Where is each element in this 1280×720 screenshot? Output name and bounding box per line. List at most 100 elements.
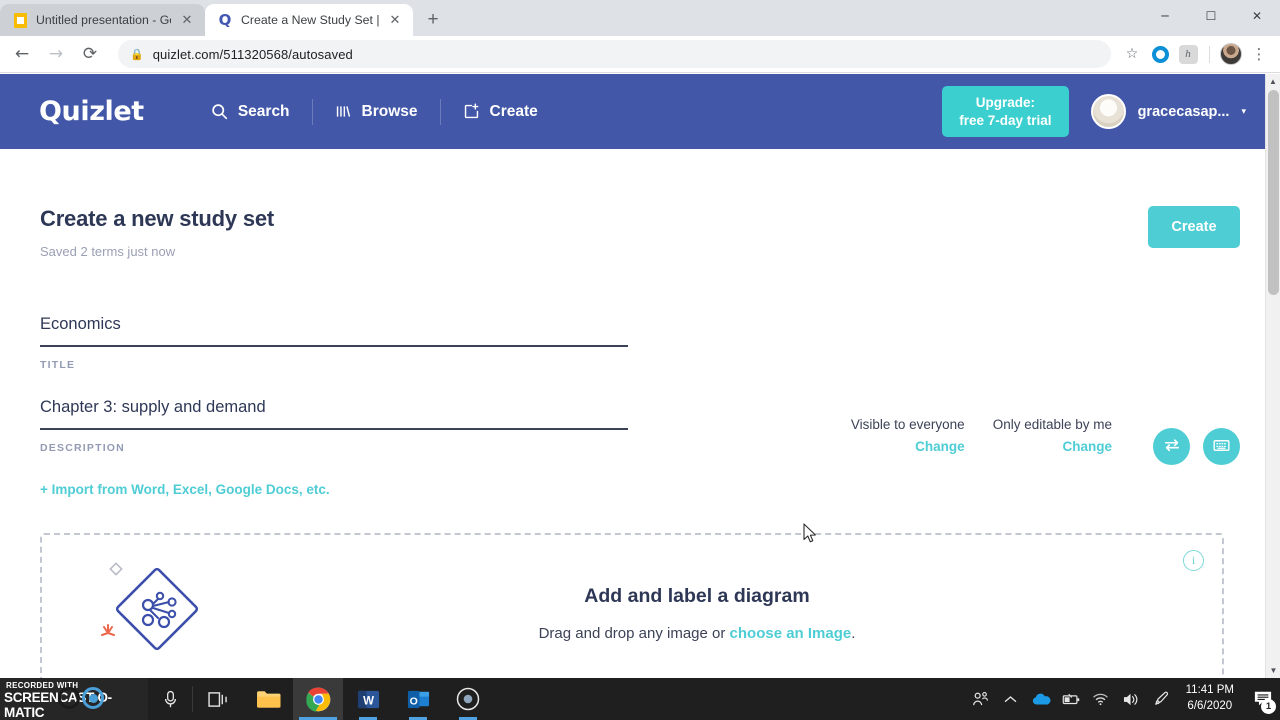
page-header-text: Create a new study set Saved 2 terms jus…: [40, 206, 274, 259]
browser-tab-strip: Untitled presentation - Google S ✕ Q Cre…: [0, 0, 1280, 36]
chevron-down-icon: ▾: [1241, 106, 1246, 116]
chrome-menu-icon[interactable]: ⋮: [1246, 41, 1272, 67]
create-set-button[interactable]: Create: [1148, 206, 1240, 248]
tab-close-button[interactable]: ✕: [387, 12, 403, 28]
import-link[interactable]: + Import from Word, Excel, Google Docs, …: [40, 482, 330, 497]
toolbar-icons: ☆ h ⋮: [1119, 41, 1272, 67]
toolbar-divider: [1209, 45, 1210, 63]
keyboard-icon: [1212, 436, 1231, 458]
google-slides-icon: [12, 12, 28, 28]
svg-text:W: W: [363, 695, 374, 707]
browser-toolbar: ← → ⟳ 🔒 quizlet.com/511320568/autosaved …: [0, 36, 1280, 73]
page-scrollbar[interactable]: ▲ ▼: [1265, 74, 1280, 678]
svg-text:O: O: [409, 695, 417, 707]
title-input[interactable]: [40, 311, 628, 347]
diagram-subtitle: Drag and drop any image or choose an Ima…: [272, 625, 1122, 642]
editability-change-link[interactable]: Change: [993, 439, 1112, 454]
wifi-icon[interactable]: [1086, 678, 1116, 720]
word-icon[interactable]: W: [343, 678, 393, 720]
swap-terms-button[interactable]: [1153, 428, 1190, 465]
tab-title: Create a New Study Set | Quizlet: [241, 13, 379, 27]
title-field-label: TITLE: [40, 359, 76, 371]
chrome-icon[interactable]: [293, 678, 343, 720]
task-view-icon[interactable]: [193, 678, 243, 720]
visibility-text: Visible to everyone: [850, 417, 965, 432]
avatar: [1090, 94, 1126, 129]
extension-h-icon[interactable]: h: [1175, 41, 1201, 67]
bookmark-star-icon[interactable]: ☆: [1119, 41, 1145, 67]
diagram-title: Add and label a diagram: [584, 584, 810, 607]
clock-date: 6/6/2020: [1187, 700, 1233, 712]
browser-tab-1[interactable]: Q Create a New Study Set | Quizlet ✕: [205, 4, 413, 36]
keyboard-shortcuts-button[interactable]: [1203, 428, 1240, 465]
diagram-dropzone[interactable]: Add and label a diagram Drag and drop an…: [40, 533, 1224, 678]
folder-icon[interactable]: [243, 678, 293, 720]
page-viewport: Quizlet Search Browse Create Upgrade: fr…: [0, 74, 1280, 678]
quizlet-nav-right: Upgrade: free 7-day trial gracecasap... …: [942, 74, 1260, 149]
onedrive-cloud-icon[interactable]: [1026, 678, 1056, 720]
upgrade-line1: Upgrade:: [975, 94, 1036, 110]
taskbar-clock[interactable]: 11:41 PM 6/6/2020: [1176, 683, 1246, 714]
show-hidden-icons-chevron-icon[interactable]: [996, 678, 1026, 720]
page-title: Create a new study set: [40, 206, 275, 231]
reload-icon[interactable]: ⟳: [76, 40, 104, 68]
save-status: Saved 2 terms just now: [40, 244, 176, 259]
lock-icon: 🔒: [130, 48, 144, 61]
extension-circle-icon[interactable]: [1147, 41, 1173, 67]
profile-avatar[interactable]: [1218, 41, 1244, 67]
browser-tab-0[interactable]: Untitled presentation - Google S ✕: [0, 4, 205, 36]
back-icon[interactable]: ←: [8, 40, 36, 68]
forward-icon[interactable]: →: [42, 40, 70, 68]
microphone-icon[interactable]: [148, 690, 192, 709]
maximize-button[interactable]: ☐: [1188, 0, 1234, 32]
info-icon[interactable]: i: [1183, 550, 1204, 571]
new-tab-button[interactable]: +: [419, 6, 447, 34]
description-input[interactable]: [40, 394, 628, 430]
description-field-group: DESCRIPTION: [40, 394, 628, 454]
window-controls: ─ ☐ ✕: [1142, 0, 1280, 32]
quizlet-logo[interactable]: Quizlet: [39, 96, 144, 127]
notification-count-badge: 1: [1261, 699, 1276, 714]
quizlet-navbar: Quizlet Search Browse Create Upgrade: fr…: [0, 74, 1280, 149]
set-info-fields: TITLE DESCRIPTION + Import from Word, Ex…: [40, 311, 628, 499]
mouse-cursor: [803, 523, 818, 549]
nav-item-create[interactable]: Create: [441, 97, 560, 127]
tab-title: Untitled presentation - Google S: [36, 13, 171, 27]
editability-permission: Only editable by me Change: [993, 417, 1112, 454]
outlook-icon[interactable]: O: [393, 678, 443, 720]
volume-icon[interactable]: [1116, 678, 1146, 720]
watermark-ring-blue: [82, 687, 104, 709]
nav-item-search[interactable]: Search: [189, 97, 312, 127]
title-field-group: TITLE: [40, 311, 628, 371]
upgrade-line2: free 7-day trial: [959, 112, 1052, 128]
people-icon[interactable]: [966, 678, 996, 720]
nav-item-browse[interactable]: Browse: [313, 97, 440, 127]
pen-icon[interactable]: [1146, 678, 1176, 720]
clock-time: 11:41 PM: [1185, 684, 1234, 697]
watermark-ring-dark: [58, 687, 80, 709]
record-icon[interactable]: [443, 678, 493, 720]
diagram-subtitle-prefix: Drag and drop any image or: [538, 624, 730, 642]
upgrade-button[interactable]: Upgrade: free 7-day trial: [942, 85, 1069, 138]
scrollbar-thumb[interactable]: [1268, 90, 1279, 295]
screen: Untitled presentation - Google S ✕ Q Cre…: [0, 0, 1280, 720]
page-content: Create a new study set Saved 2 terms jus…: [0, 149, 1280, 499]
nav-label: Browse: [361, 102, 418, 120]
visibility-permission: Visible to everyone Change: [851, 417, 965, 454]
editability-text: Only editable by me: [992, 417, 1112, 432]
visibility-change-link[interactable]: Change: [851, 439, 965, 454]
user-name: gracecasap...: [1137, 103, 1230, 120]
diagram-text-block: Add and label a diagram Drag and drop an…: [272, 585, 1122, 642]
windows-taskbar: W O 11:41 PM 6/6/2020 1: [0, 678, 1280, 720]
battery-icon[interactable]: [1056, 678, 1086, 720]
tab-close-button[interactable]: ✕: [179, 12, 195, 28]
description-field-label: DESCRIPTION: [40, 442, 125, 454]
user-menu[interactable]: gracecasap... ▾: [1090, 94, 1260, 129]
choose-image-link[interactable]: choose an Image: [730, 625, 852, 642]
scrollbar-down-arrow[interactable]: ▼: [1266, 663, 1280, 678]
close-window-button[interactable]: ✕: [1234, 0, 1280, 32]
notifications-button[interactable]: 1: [1246, 678, 1280, 720]
address-bar[interactable]: 🔒 quizlet.com/511320568/autosaved: [118, 40, 1111, 68]
minimize-button[interactable]: ─: [1142, 0, 1188, 32]
scrollbar-up-arrow[interactable]: ▲: [1266, 74, 1280, 89]
